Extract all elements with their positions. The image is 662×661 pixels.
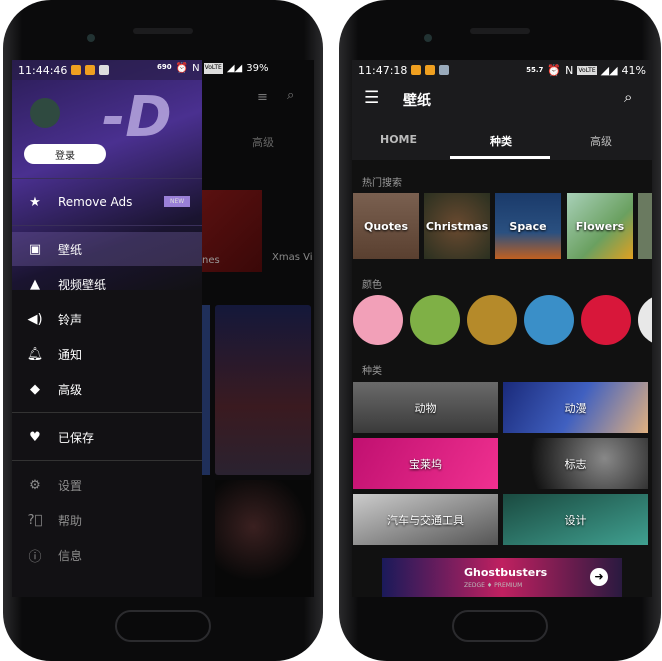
left-phone: ≡ ⌕ 高级 nes Xmas Vi 11:44:46 -D 登录 ★ Remov… <box>3 0 323 661</box>
gear-icon: ⚙ <box>29 477 41 493</box>
categories-heading: 种类 <box>362 366 382 377</box>
tile-space[interactable]: Space <box>495 193 561 259</box>
new-badge: NEW <box>164 196 191 207</box>
card-label: Xmas Vi <box>272 252 313 263</box>
tab-home[interactable]: HOME <box>380 133 417 146</box>
drawer-item-saved[interactable]: ♥ 已保存 <box>12 420 202 454</box>
help-icon: ?⃝ <box>27 512 43 528</box>
heart-icon: ♥ <box>29 429 41 445</box>
wallpaper-card <box>215 480 311 597</box>
color-blue[interactable] <box>524 295 574 345</box>
category-design[interactable]: 设计 <box>503 494 648 545</box>
color-red[interactable] <box>581 295 631 345</box>
image-icon: ▣ <box>28 241 42 257</box>
speaker-icon: ◀) <box>27 311 43 327</box>
avatar[interactable] <box>30 98 60 128</box>
hot-search-heading: 热门搜索 <box>362 178 402 189</box>
right-phone: 11:47:18 55.7 ⏰ N VoLTE ◢◢ 41% ☰ 壁纸 ⌕ HOME 种类… <box>339 0 661 661</box>
star-icon: ★ <box>29 194 41 210</box>
speaker <box>133 28 193 34</box>
zedge-logo: -D <box>102 85 172 150</box>
drawer-item-notifications[interactable]: 🔔︎ 通知 <box>12 337 202 371</box>
wallpaper-card <box>202 305 210 475</box>
diamond-icon: ◆ <box>30 381 40 397</box>
login-button[interactable]: 登录 <box>24 144 106 164</box>
category-animals[interactable]: 动物 <box>353 382 498 433</box>
home-button[interactable] <box>452 610 548 642</box>
category-bollywood[interactable]: 宝莱坞 <box>353 438 498 489</box>
colors-heading: 颜色 <box>362 280 382 291</box>
drawer-item-premium[interactable]: ◆ 高级 <box>12 372 202 406</box>
arrow-right-icon[interactable]: ➜ <box>590 568 608 586</box>
front-camera <box>87 34 95 42</box>
remove-ads-item[interactable]: ★ Remove Ads NEW <box>12 185 202 219</box>
drawer-item-video-wallpaper[interactable]: ▲ 视频壁纸 <box>12 267 202 301</box>
right-screen: 11:47:18 55.7 ⏰ N VoLTE ◢◢ 41% ☰ 壁纸 ⌕ HOME 种类… <box>352 60 652 597</box>
video-wallpaper-icon: ▲ <box>30 276 40 292</box>
category-cars[interactable]: 汽车与交通工具 <box>353 494 498 545</box>
background-app: ≡ ⌕ 高级 nes Xmas Vi <box>202 60 314 597</box>
category-anime[interactable]: 动漫 <box>503 382 648 433</box>
left-screen: ≡ ⌕ 高级 nes Xmas Vi 11:44:46 -D 登录 ★ Remov… <box>12 60 314 597</box>
bell-icon: 🔔︎ <box>26 346 44 362</box>
front-camera <box>424 34 432 42</box>
speaker <box>470 28 530 34</box>
search-icon[interactable]: ⌕ <box>624 88 632 106</box>
menu-icon[interactable]: ☰ <box>364 88 379 108</box>
tab-premium: 高级 <box>252 136 274 149</box>
active-tab-indicator <box>450 156 550 159</box>
tile-quotes[interactable]: Quotes <box>353 193 419 259</box>
color-gold[interactable] <box>467 295 517 345</box>
tile-christmas[interactable]: Christmas <box>424 193 490 259</box>
drawer-item-help[interactable]: ?⃝ 帮助 <box>12 503 202 537</box>
drawer-item-wallpaper[interactable]: ▣ 壁纸 <box>12 232 202 266</box>
app-bar: ☰ 壁纸 ⌕ HOME 种类 高级 <box>352 80 652 160</box>
search-icon: ⌕ <box>287 88 295 103</box>
drawer-item-settings[interactable]: ⚙ 设置 <box>12 468 202 502</box>
tab-premium[interactable]: 高级 <box>590 133 612 149</box>
color-green[interactable] <box>410 295 460 345</box>
drawer-item-info[interactable]: ⓘ 信息 <box>12 538 202 572</box>
info-icon: ⓘ <box>28 549 42 565</box>
home-button[interactable] <box>115 610 211 642</box>
navigation-drawer: 11:44:46 -D 登录 ★ Remove Ads NEW ▣ 壁纸 ▲ 视频壁纸… <box>12 60 202 597</box>
sort-icon: ≡ <box>257 90 268 105</box>
tile-more[interactable] <box>638 193 652 259</box>
status-bar: 11:47:18 55.7 ⏰ N VoLTE ◢◢ 41% <box>352 60 652 80</box>
page-title: 壁纸 <box>403 93 431 109</box>
wallpaper-card: nes <box>202 190 262 272</box>
color-pink[interactable] <box>353 295 403 345</box>
tile-flowers[interactable]: Flowers <box>567 193 633 259</box>
status-right: 690 ⏰ N VoLTE ◢◢ 39% <box>157 63 269 74</box>
color-white[interactable] <box>638 295 652 345</box>
ghostbusters-banner[interactable]: Ghostbusters ZEDGE ♦ PREMIUM ➜ <box>382 558 622 597</box>
tab-categories[interactable]: 种类 <box>490 133 512 149</box>
wallpaper-card <box>215 305 311 475</box>
drawer-item-ringtones[interactable]: ◀) 铃声 <box>12 302 202 336</box>
category-logos[interactable]: 标志 <box>503 438 648 489</box>
